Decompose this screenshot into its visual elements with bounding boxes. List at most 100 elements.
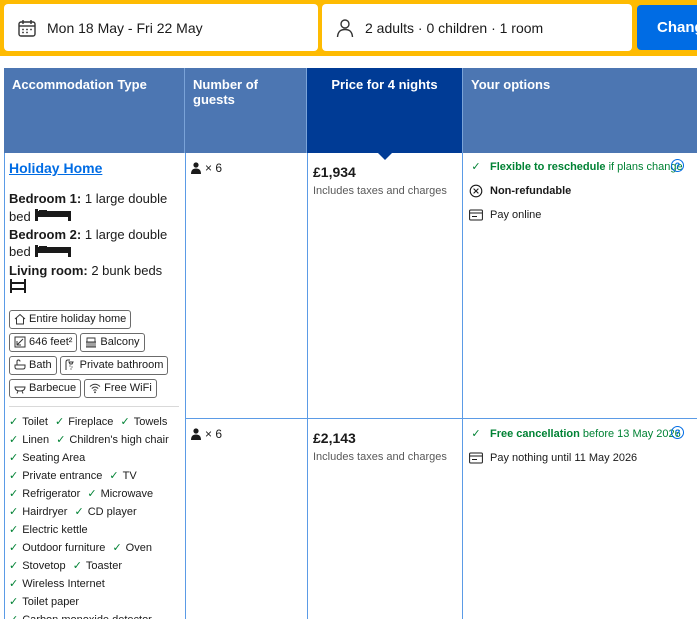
- date-picker[interactable]: Mon 18 May - Fri 22 May: [4, 4, 318, 51]
- help-icon[interactable]: ?: [671, 426, 684, 439]
- checkmark-icon: ✓: [56, 433, 66, 446]
- checkmark-icon: ✓: [471, 161, 481, 173]
- calendar-icon: [16, 17, 38, 39]
- checkmark-icon: ✓: [9, 559, 19, 572]
- accommodation-title-link[interactable]: Holiday Home: [9, 160, 102, 176]
- non-refundable-icon: [468, 183, 484, 199]
- change-search-button[interactable]: Change: [637, 5, 697, 50]
- person-icon: [334, 17, 356, 39]
- bed-line: Living room: 2 bunk beds: [9, 262, 180, 298]
- bed-line: Bedroom 1: 1 large double bed: [9, 190, 180, 226]
- facility-label: Refrigerator: [22, 487, 81, 500]
- bed-line: Bedroom 2: 1 large double bed: [9, 226, 180, 262]
- checkmark-icon: ✓: [9, 505, 19, 518]
- facility-item: ✓ Oven: [112, 539, 152, 557]
- price-amount: £2,143: [313, 430, 356, 446]
- house-icon: [13, 313, 26, 326]
- option-bold: Free cancellation: [490, 428, 580, 440]
- facility-item: ✓ Hairdryer: [9, 503, 67, 521]
- feature-chip: Bath: [9, 355, 57, 375]
- guest-count: × 6: [190, 427, 222, 441]
- facility-label: Wireless Internet: [22, 577, 105, 590]
- checkmark-icon: ✓: [112, 541, 122, 554]
- facility-label: Microwave: [100, 487, 154, 500]
- price-amount: £1,934: [313, 164, 356, 180]
- option-pay-later: Pay nothing until 11 May 2026: [468, 450, 688, 466]
- person-icon: [190, 162, 202, 174]
- room-name: Bedroom 1:: [9, 191, 82, 206]
- facility-item: ✓ Seating Area: [9, 449, 85, 467]
- facility-item: ✓ Fireplace: [55, 413, 113, 431]
- facility-item: ✓ Outdoor furniture: [9, 539, 105, 557]
- facility-label: Toilet: [22, 415, 48, 428]
- room-size-icon: [13, 336, 26, 349]
- guest-count-text: × 6: [205, 427, 223, 441]
- shower-icon: [64, 359, 77, 372]
- double-bed-icon: [34, 208, 72, 226]
- feature-chip-label: Private bathroom: [79, 359, 164, 372]
- facility-item: ✓ Wireless Internet: [9, 575, 105, 593]
- facility-label: Outdoor furniture: [22, 541, 106, 554]
- room-name: Living room:: [9, 262, 88, 278]
- bunk-bed-icon: [9, 279, 27, 298]
- facility-label: CD player: [87, 505, 137, 518]
- facility-label: Electric kettle: [22, 523, 88, 536]
- option-free-cancellation: ✓ Free cancellation before 13 May 2026: [468, 426, 688, 442]
- checkmark-icon: ✓: [9, 469, 19, 482]
- grid-line: [462, 153, 463, 619]
- facility-item: ✓ Electric kettle: [9, 521, 88, 539]
- option-detail: before 13 May 2026: [579, 428, 681, 440]
- payment-card-icon: [468, 207, 484, 223]
- checkmark-icon: ✓: [9, 433, 19, 446]
- checkmark-icon: ✓: [9, 487, 19, 500]
- checkmark-icon: ✓: [87, 487, 97, 500]
- facility-label: TV: [122, 469, 137, 482]
- facility-label: Private entrance: [22, 469, 103, 482]
- double-bed-icon: [34, 244, 72, 262]
- help-icon[interactable]: ?: [671, 159, 684, 172]
- feature-chip: Free WiFi: [84, 378, 157, 398]
- checkmark-icon: ✓: [9, 415, 19, 428]
- feature-chip: Barbecue: [9, 378, 82, 398]
- option-non-refundable: Non-refundable: [468, 183, 688, 199]
- occupancy-picker[interactable]: 2 adults · 0 children · 1 room: [322, 4, 632, 51]
- checkmark-icon: ✓: [9, 595, 19, 608]
- option-text: Non-refundable: [490, 185, 572, 197]
- facility-label: Carbon monoxide detector: [22, 611, 152, 619]
- facility-label: Children's high chair: [69, 433, 169, 446]
- bath-icon: [13, 359, 26, 372]
- feature-chip: Entire holiday home: [9, 309, 132, 329]
- facility-label: Toilet paper: [22, 595, 80, 608]
- room-options: ✓ Free cancellation before 13 May 2026 P…: [468, 426, 688, 474]
- facility-label: Towels: [133, 415, 168, 428]
- facility-label: Fireplace: [68, 415, 114, 428]
- facility-item: ✓ Stovetop: [9, 557, 66, 575]
- guest-count: × 6: [190, 161, 222, 175]
- checkmark-icon: ✓: [9, 611, 18, 619]
- divider: [9, 405, 179, 407]
- checkmark-icon: ✓: [54, 415, 65, 428]
- facility-item: ✓ Linen: [9, 431, 49, 449]
- facility-item: ✓ Children's high chair: [56, 431, 169, 449]
- option-text: Pay online: [490, 209, 542, 221]
- checkmark-icon: ✓: [9, 541, 19, 554]
- grid-line: [307, 153, 308, 619]
- header-your-options: Your options: [463, 68, 697, 153]
- facility-item: ✓ Toilet: [9, 413, 48, 431]
- feature-chip-label: Bath: [29, 359, 52, 372]
- wifi-icon: [88, 382, 101, 395]
- checkmark-icon: ✓: [9, 577, 19, 590]
- checkmark-icon: ✓: [120, 415, 130, 428]
- facility-item: ✓ TV: [109, 467, 136, 485]
- option-bold: Flexible to reschedule: [490, 161, 606, 173]
- checkmark-icon: ✓: [72, 559, 82, 572]
- price-note: Includes taxes and charges: [313, 185, 447, 197]
- bed-configuration: Bedroom 1: 1 large double bed Bedroom 2:…: [9, 190, 180, 298]
- facility-item: ✓ Microwave: [87, 485, 153, 503]
- price-note: Includes taxes and charges: [313, 451, 447, 463]
- bed-desc: 2 bunk beds: [91, 262, 163, 278]
- date-range-text: Mon 18 May - Fri 22 May: [47, 19, 203, 36]
- checkmark-icon: ✓: [471, 428, 481, 440]
- barbecue-icon: [13, 382, 26, 395]
- header-price-label: Price for 4 nights: [331, 77, 438, 92]
